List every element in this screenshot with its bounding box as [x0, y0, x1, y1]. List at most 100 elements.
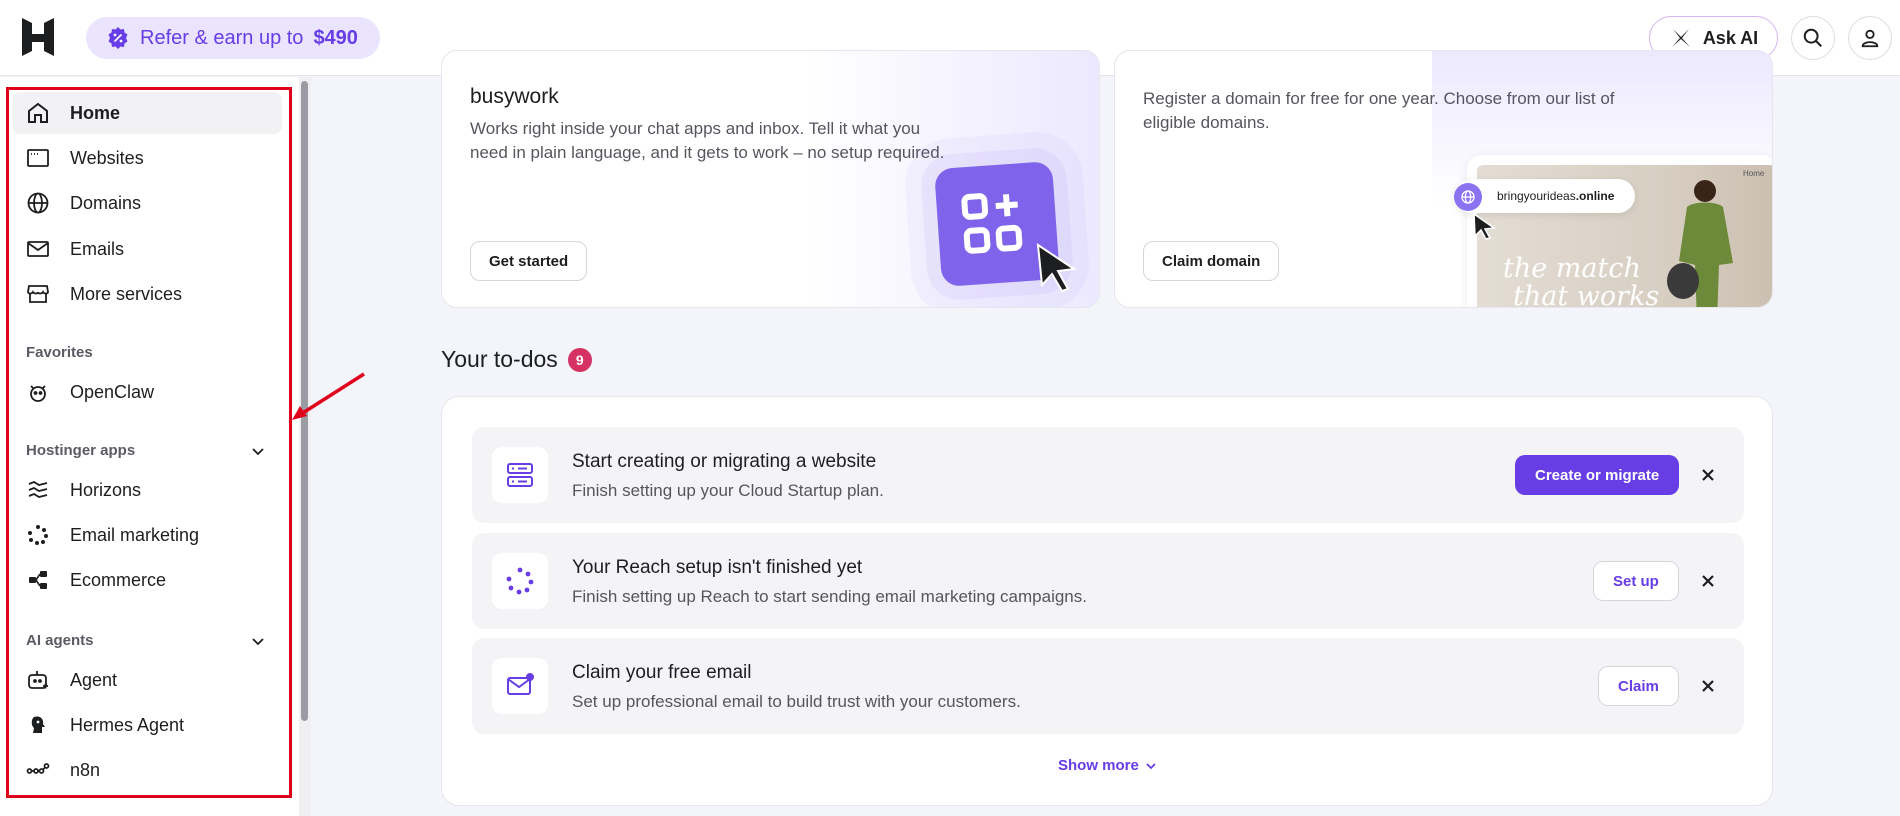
chevron-down-icon[interactable] — [250, 443, 266, 459]
claim-button[interactable]: Claim — [1598, 666, 1679, 706]
sidebar-item-emails[interactable]: Emails — [12, 228, 282, 270]
close-icon — [1702, 469, 1714, 481]
website-preview: the match that works Home — [1467, 155, 1772, 308]
sidebar-scrollbar[interactable] — [299, 77, 311, 816]
preview-home-tag: Home — [1743, 169, 1765, 178]
sidebar-item-label: Hermes Agent — [70, 714, 185, 735]
chevron-down-icon — [1146, 762, 1156, 769]
sidebar-item-horizons[interactable]: Horizons — [12, 469, 282, 511]
sidebar-item-label: More services — [70, 283, 183, 304]
mail-icon — [27, 241, 49, 257]
create-or-migrate-button[interactable]: Create or migrate — [1515, 455, 1680, 495]
hostinger-logo-icon[interactable] — [20, 16, 56, 58]
todos-title: Your to-dos — [441, 346, 558, 372]
sidebar-item-email-marketing[interactable]: Email marketing — [12, 514, 282, 556]
sidebar-item-openclaw[interactable]: OpenClaw — [12, 371, 282, 413]
globe-icon — [27, 192, 49, 214]
sidebar-item-label: Domains — [70, 192, 142, 213]
browser-icon — [27, 149, 49, 167]
person-illustration-icon — [1667, 180, 1733, 307]
todos-count-badge: 9 — [567, 347, 592, 372]
share-icon — [29, 571, 47, 589]
search-button[interactable] — [1791, 16, 1835, 60]
annotation-arrow-icon — [292, 372, 365, 420]
user-icon — [1861, 29, 1879, 48]
server-icon — [492, 447, 548, 503]
claw-icon — [30, 385, 46, 402]
sidebar-item-label: OpenClaw — [70, 381, 155, 402]
todo-subtitle: Set up professional email to build trust… — [572, 692, 1021, 711]
sidebar-item-ecommerce[interactable]: Ecommerce — [12, 559, 282, 601]
preview-line-1: the match — [1503, 253, 1641, 284]
refer-amount: $490 — [313, 26, 358, 49]
domain-description: Register a domain for free for one year.… — [1143, 89, 1615, 132]
busywork-title: busywork — [470, 85, 559, 108]
busywork-card: busywork Works right inside your chat ap… — [441, 50, 1100, 308]
ask-ai-label: Ask AI — [1702, 27, 1759, 48]
sidebar-item-label: Agent — [70, 669, 118, 690]
sidebar-item-websites[interactable]: Websites — [12, 137, 282, 179]
refer-text: Refer & earn up to — [140, 26, 304, 49]
account-button[interactable] — [1848, 16, 1892, 60]
refer-earn-banner[interactable]: Refer & earn up to $490 — [86, 17, 380, 59]
ai-sparkle-icon — [1671, 29, 1690, 47]
discount-badge-icon — [108, 27, 128, 49]
todo-title: Claim your free email — [572, 662, 752, 683]
sidebar-item-label: Horizons — [70, 479, 142, 500]
email-badge-icon — [492, 658, 548, 714]
sidebar-item-more-services[interactable]: More services — [12, 273, 282, 315]
ai-agents-section-label[interactable]: AI agents — [26, 632, 94, 649]
sidebar-item-n8n[interactable]: n8n — [12, 749, 282, 791]
todos-card: Start creating or migrating a website Fi… — [441, 396, 1773, 806]
reach-icon — [492, 553, 548, 609]
sidebar-item-label: Ecommerce — [70, 569, 167, 590]
cursor-icon — [1036, 242, 1077, 293]
sidebar-item-label: Websites — [70, 147, 144, 168]
sidebar-item-label: Home — [70, 102, 121, 123]
preview-headline: the match that works — [1503, 255, 1659, 308]
globe-icon — [1454, 183, 1482, 211]
horizons-icon — [28, 480, 48, 498]
sidebar-item-hermes-agent[interactable]: Hermes Agent — [12, 704, 282, 746]
todo-item-reach[interactable]: Your Reach setup isn't finished yet Fini… — [472, 533, 1744, 629]
sidebar-item-agent[interactable]: Agent — [12, 659, 282, 701]
sidebar-item-label: Emails — [70, 238, 125, 259]
claim-domain-button[interactable]: Claim domain — [1143, 241, 1280, 281]
todo-item-email[interactable]: Claim your free email Set up professiona… — [472, 638, 1744, 734]
close-icon — [1702, 575, 1714, 587]
todo-subtitle: Finish setting up Reach to start sending… — [572, 587, 1087, 606]
home-icon — [28, 102, 48, 123]
sidebar-item-label: Email marketing — [70, 524, 200, 545]
url-suffix: .online — [1575, 189, 1615, 203]
search-icon — [1803, 28, 1822, 47]
dismiss-button[interactable] — [1696, 569, 1720, 593]
spinner-icon — [28, 525, 48, 545]
dismiss-button[interactable] — [1696, 463, 1720, 487]
close-icon — [1702, 680, 1714, 692]
get-started-button[interactable]: Get started — [470, 241, 588, 281]
hermes-icon — [31, 716, 45, 733]
show-more-button[interactable]: Show more — [1058, 757, 1157, 774]
dismiss-button[interactable] — [1696, 674, 1720, 698]
store-icon — [27, 285, 49, 303]
free-domain-card: Register a domain for free for one year.… — [1114, 50, 1773, 308]
set-up-button[interactable]: Set up — [1593, 561, 1679, 601]
todo-title: Start creating or migrating a website — [572, 451, 877, 472]
preview-line-2: that works — [1513, 281, 1660, 308]
cursor-icon — [1473, 212, 1497, 240]
sidebar-item-domains[interactable]: Domains — [12, 182, 282, 224]
n8n-icon — [26, 763, 50, 774]
todo-subtitle: Finish setting up your Cloud Startup pla… — [572, 481, 884, 500]
show-more-label: Show more — [1058, 757, 1139, 774]
domain-url-pill: bringyourideas .online — [1455, 179, 1635, 213]
todo-item-website[interactable]: Start creating or migrating a website Fi… — [472, 427, 1744, 523]
sidebar-item-home[interactable]: Home — [12, 92, 282, 134]
busywork-description: Works right inside your chat apps and in… — [470, 119, 945, 162]
todos-heading: Your to-dos 9 — [441, 346, 592, 373]
robot-icon — [28, 671, 48, 689]
todo-title: Your Reach setup isn't finished yet — [572, 557, 863, 578]
chevron-down-icon[interactable] — [250, 633, 266, 649]
sidebar-item-label: n8n — [70, 759, 101, 780]
hostinger-apps-section-label[interactable]: Hostinger apps — [26, 442, 135, 459]
url-prefix: bringyourideas — [1497, 189, 1576, 203]
